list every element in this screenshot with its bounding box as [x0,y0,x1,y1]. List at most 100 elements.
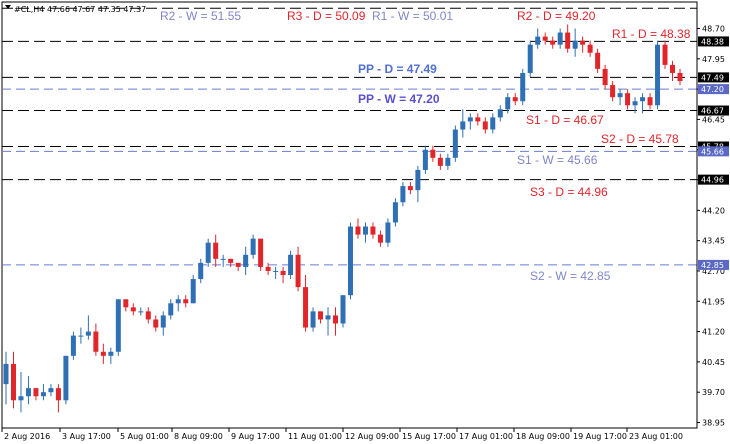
candle-body [377,234,383,243]
candle-body [340,295,346,324]
level-label: S3 - D = 44.96 [530,185,608,199]
time-tick-label: 5 Aug 01:00 [120,432,169,441]
level-label: R1 - D = 48.38 [612,27,691,41]
price-marker-label: 44.96 [701,176,724,185]
candle-body [213,242,219,259]
candle-body [318,311,324,320]
candle-body [243,254,249,267]
candle [115,299,121,356]
candle-body [370,226,376,235]
price-tick-label: 43.45 [702,237,725,246]
symbol-label: #CL,H4 [14,5,44,14]
candle-body [445,157,451,166]
candle-body [85,331,91,336]
candle [153,315,159,332]
price-tick-label: 39.70 [702,388,725,397]
candle [535,28,541,49]
candle-body [520,72,526,102]
candle-body [10,363,16,401]
candle-body [542,36,548,41]
candle-body [475,117,481,122]
candle [40,384,46,401]
candle [437,153,443,170]
candle-body [535,36,541,45]
candle [647,93,653,110]
level-label: PP - W = 47.20 [358,92,440,106]
candle [63,355,69,405]
candle [18,371,24,413]
candle-body [198,262,204,280]
candle-body [452,129,458,158]
candle-body [550,40,556,45]
candle [490,113,496,134]
price-tick-label: 38.95 [702,419,725,428]
candle [138,307,144,316]
candle [198,258,204,284]
price-axis-markers: 48.3847.4947.2046.6745.7845.6644.9642.85 [698,36,729,270]
candle-body [115,299,121,352]
candle-body [280,270,286,276]
candle-body [265,266,271,271]
price-marker-label: 42.85 [701,261,724,270]
candle-body [235,262,241,267]
candle-body [205,242,211,263]
level-label: S1 - D = 46.67 [526,113,604,127]
price-tick-label: 47.95 [702,55,725,64]
time-axis[interactable]: 2 Aug 2016 3 Aug 17:00 5 Aug 01:00 8 Aug 09… [1,428,683,441]
candle-body [490,117,496,130]
candle [415,165,421,203]
level-label: S1 - W = 45.66 [517,153,598,167]
candle-body [40,392,46,397]
candle-body [655,44,661,106]
pivot-level-lines [2,7,697,266]
price-tick-label: 48.70 [702,25,725,34]
candle [527,40,533,77]
time-tick-label: 19 Aug 17:00 [573,432,627,441]
candle [25,376,31,405]
candle [273,266,279,280]
time-tick-label: 23 Aug 01:00 [629,432,683,441]
candle [617,89,623,106]
candle-body [572,40,578,49]
candle-body [153,319,159,328]
candle [392,198,398,227]
candle [205,238,211,267]
candle-body [497,109,503,118]
candle-body [640,97,646,102]
candle-body [258,238,264,267]
candle-body [303,287,309,328]
candle [655,40,661,110]
candle [213,234,219,267]
candle [497,105,503,122]
candle [33,388,39,401]
time-tick-label: 3 Aug 17:00 [62,432,111,441]
time-tick-label: 11 Aug 01:00 [288,432,342,441]
candle [78,327,84,344]
time-tick-label: 9 Aug 17:00 [231,432,280,441]
candle [220,254,226,267]
candle-body [557,32,563,45]
candle [400,182,406,207]
candle-body [625,93,631,106]
candle-body [460,121,466,130]
candle [85,315,91,340]
candle-body [362,226,368,235]
candle-body [175,299,181,304]
price-chart[interactable]: #CL,H4 47.66 47.67 47.35 47.37 R2 - W = … [0,0,730,444]
candle-body [130,307,136,312]
candle [452,125,458,162]
candle [355,218,361,239]
candle [460,109,466,138]
candle [430,145,436,162]
candle-body [3,363,9,385]
candle-body [33,388,39,397]
candle-body [70,335,76,356]
candle-body [138,311,144,313]
candle [557,28,563,49]
price-axis[interactable]: 48.7047.9547.2046.4545.7044.9644.2043.45… [696,2,725,428]
candle [482,117,488,134]
candle-body [183,299,189,304]
candle-body [647,97,653,106]
candle [677,68,683,86]
candle [550,36,556,49]
